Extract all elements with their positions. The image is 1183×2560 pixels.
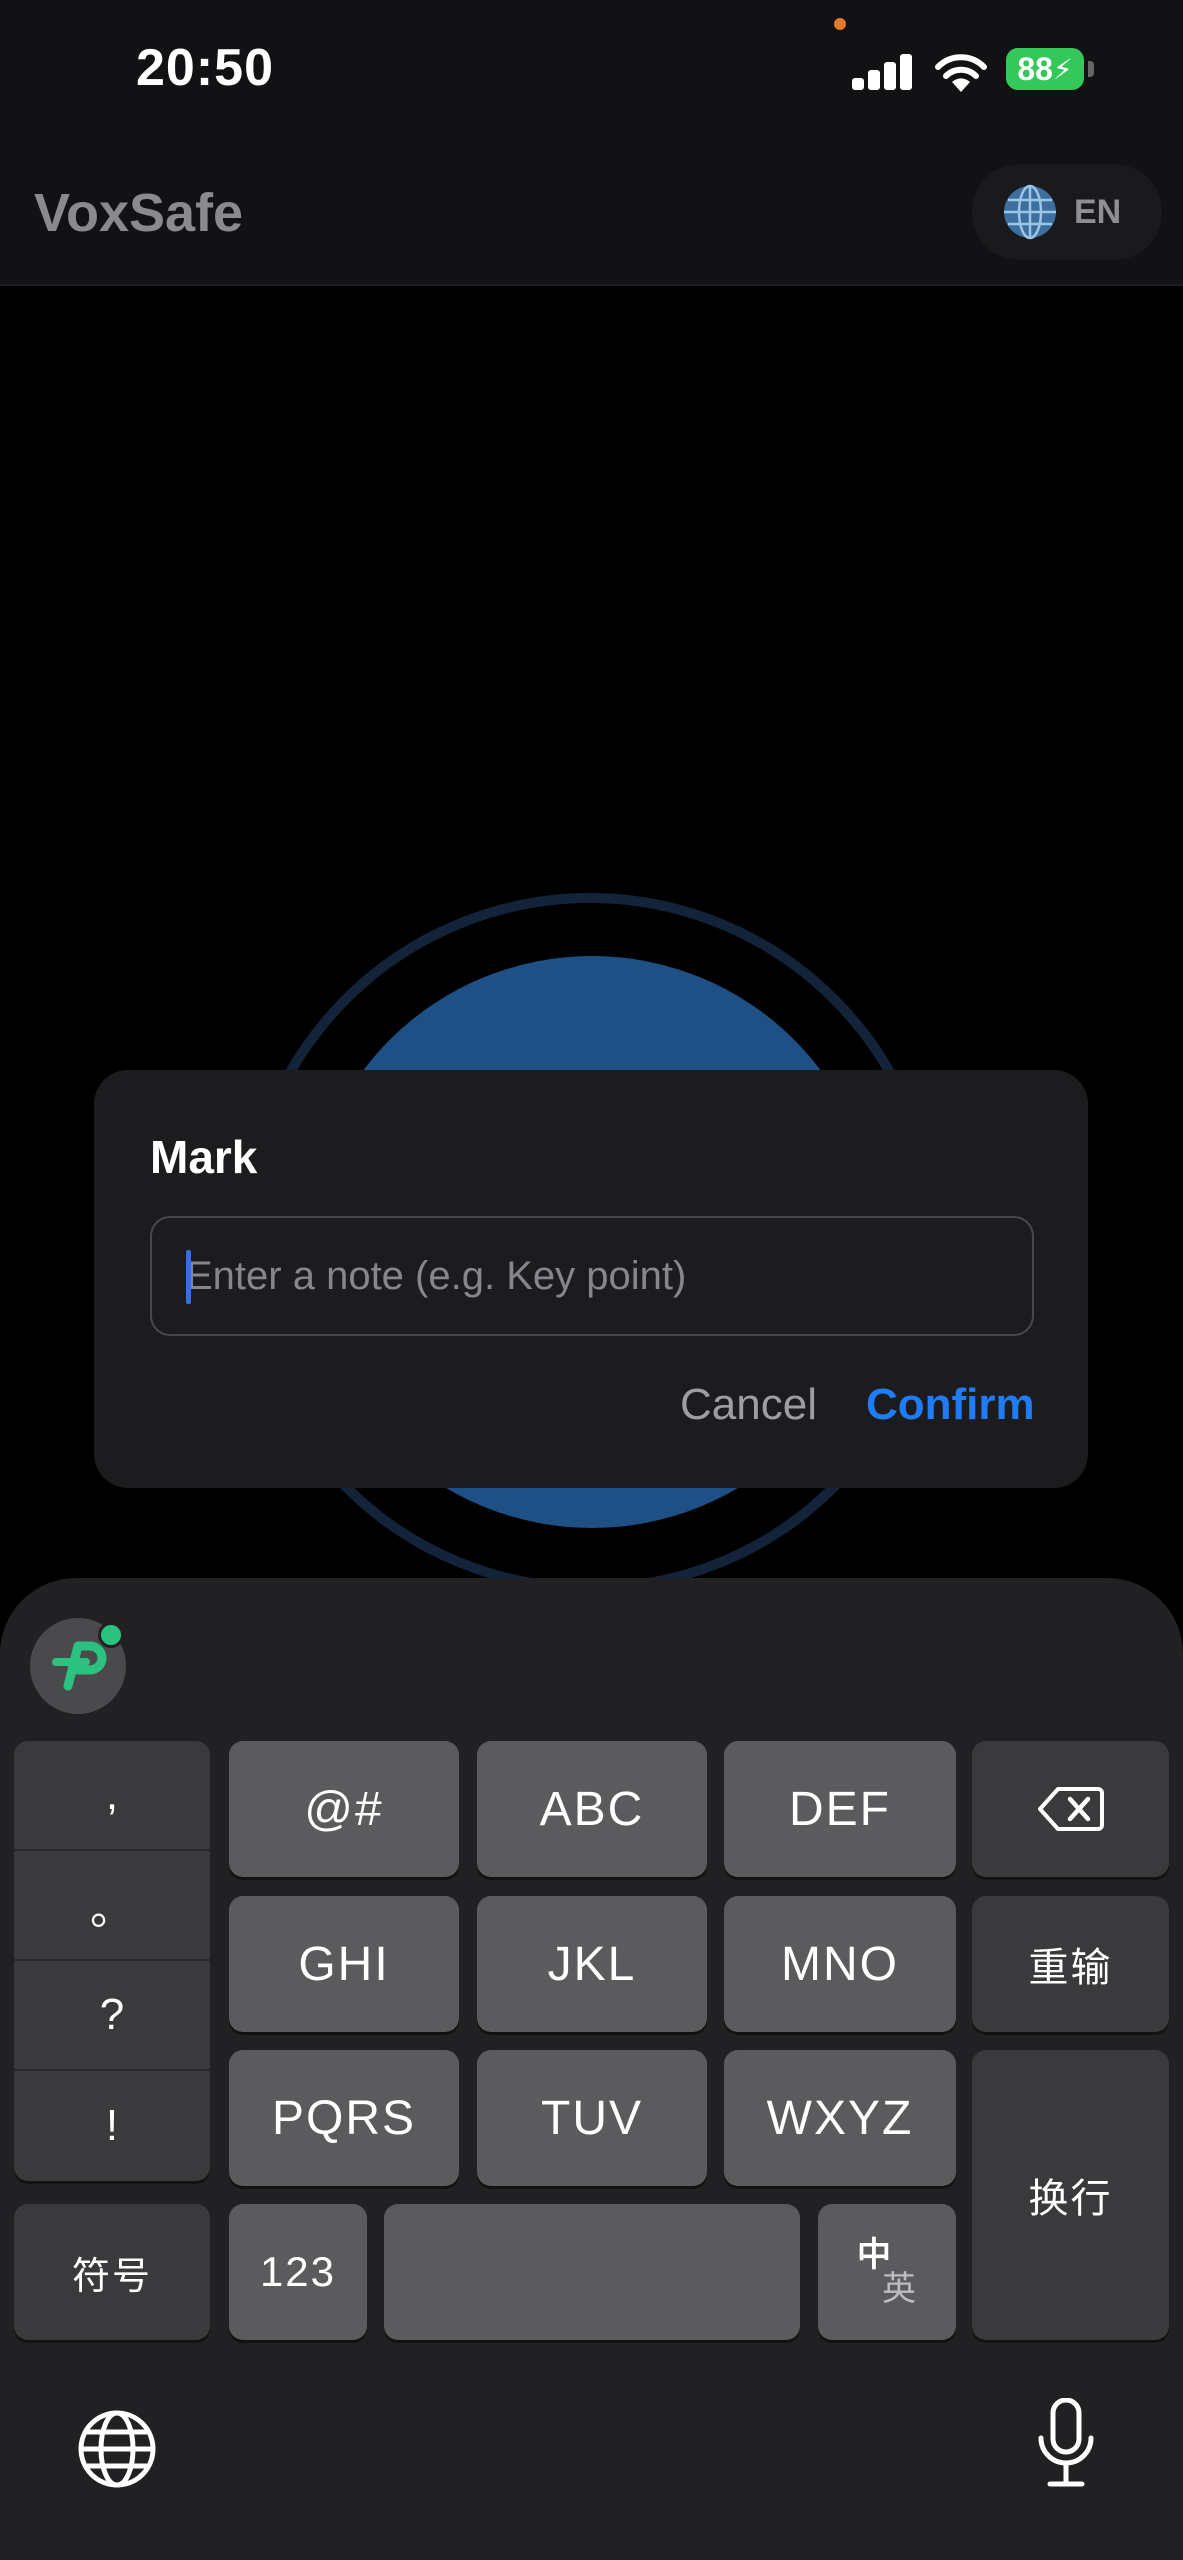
privacy-indicator-dot [834, 18, 846, 30]
cancel-button[interactable]: Cancel [680, 1380, 817, 1430]
chinese-english-switch-key[interactable]: 中 英 [818, 2204, 956, 2340]
keyboard: , 。 ? ! @# ABC DEF GHI JKL MNO 重输 PQRS T… [0, 1578, 1183, 2560]
key-ghi[interactable]: GHI [229, 1896, 459, 2032]
dialog-title: Mark [150, 1131, 258, 1183]
language-label: EN [1074, 192, 1122, 231]
logo-badge-dot [98, 1622, 124, 1648]
key-jkl[interactable]: JKL [477, 1896, 707, 2032]
key-tuv[interactable]: TUV [477, 2050, 707, 2186]
battery-icon: 88 ⚡ [1006, 48, 1094, 90]
punctuation-column: , 。 ? ! [14, 1741, 210, 2181]
keyboard-logo-icon [52, 1641, 107, 1691]
status-bar: 20:50 88 ⚡ [0, 0, 1183, 140]
keyboard-app-logo[interactable] [30, 1618, 126, 1714]
status-time: 20:50 [136, 39, 274, 97]
lang-switch-bottom-label: 英 [882, 2270, 918, 2308]
key-wxyz[interactable]: WXYZ [724, 2050, 956, 2186]
symbols-key[interactable]: 符号 [14, 2204, 210, 2340]
globe-icon[interactable] [76, 2408, 158, 2490]
mark-dialog: Mark Cancel Confirm [94, 1070, 1088, 1488]
microphone-icon[interactable] [1036, 2398, 1096, 2488]
key-def[interactable]: DEF [724, 1741, 956, 1877]
key-abc[interactable]: ABC [477, 1741, 707, 1877]
newline-key[interactable]: 换行 [972, 2050, 1169, 2340]
retype-key[interactable]: 重输 [972, 1896, 1169, 2032]
confirm-button[interactable]: Confirm [866, 1380, 1035, 1430]
space-key[interactable] [384, 2204, 800, 2340]
backspace-key[interactable] [972, 1741, 1169, 1877]
key-question[interactable]: ? [14, 1961, 210, 2071]
lang-switch-top-label: 中 [857, 2236, 893, 2274]
battery-level: 88 ⚡ [1006, 48, 1084, 90]
key-symbols-at[interactable]: @# [229, 1741, 459, 1877]
app-title: VoxSafe [34, 183, 244, 243]
key-comma[interactable]: , [14, 1741, 210, 1851]
language-switch-button[interactable]: EN [972, 164, 1162, 260]
globe-emoji-icon [1004, 184, 1056, 240]
app-header: VoxSafe EN [0, 140, 1183, 286]
key-period[interactable]: 。 [14, 1851, 210, 1961]
key-exclamation[interactable]: ! [14, 2071, 210, 2181]
key-mno[interactable]: MNO [724, 1896, 956, 2032]
wifi-icon [935, 54, 987, 92]
note-input[interactable] [150, 1216, 1034, 1336]
text-cursor [186, 1250, 191, 1304]
cellular-signal-icon [852, 54, 914, 90]
backspace-icon [1037, 1787, 1104, 1831]
numbers-key[interactable]: 123 [229, 2204, 367, 2340]
key-pqrs[interactable]: PQRS [229, 2050, 459, 2186]
